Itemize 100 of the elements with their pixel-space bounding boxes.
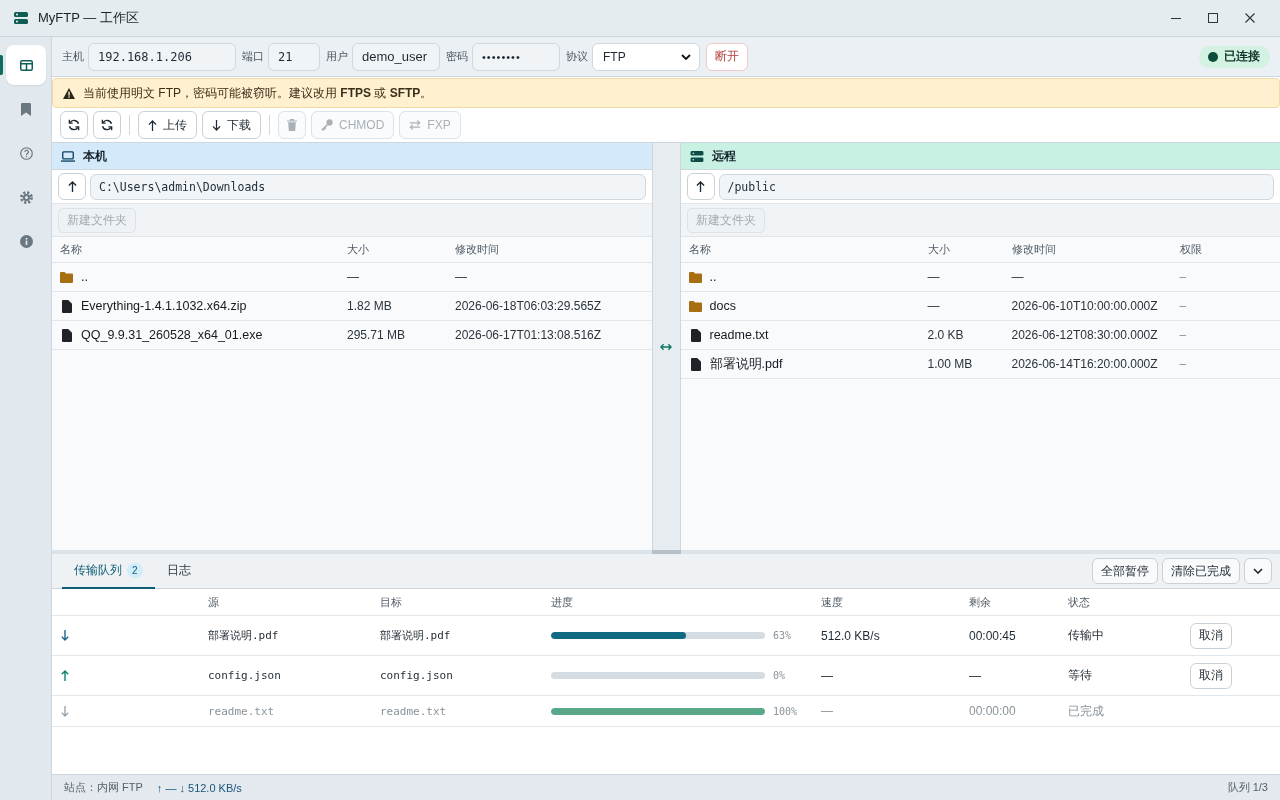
source-path: readme.txt xyxy=(208,704,276,718)
refresh-icon xyxy=(68,119,80,131)
column-header: 进度 xyxy=(551,594,574,610)
minimize-icon xyxy=(1170,17,1181,19)
protocol-select[interactable]: FTP xyxy=(592,42,700,71)
path-field[interactable]: /public xyxy=(718,173,1274,200)
trash-icon xyxy=(287,119,297,131)
column-header[interactable]: 修改时间 xyxy=(455,242,652,257)
resize-handle[interactable] xyxy=(651,550,681,554)
transfer-rates: ↑ — ↓ 512.0 KB/s xyxy=(156,781,242,794)
warning-text: 当前使用明文 FTP，密码可能被窃听。建议改用 FTPS 或 SFTP。 xyxy=(83,84,433,102)
warning-icon xyxy=(63,87,75,99)
cancel-button[interactable]: 取消 xyxy=(1190,622,1232,649)
parent-folder-button[interactable] xyxy=(686,173,715,200)
bookmark-icon xyxy=(21,102,31,116)
site-text: 站点：内网 FTP xyxy=(64,780,143,795)
file-icon xyxy=(690,357,701,371)
column-header[interactable]: 权限 xyxy=(1179,242,1280,257)
speed-text: 512.0 KB/s xyxy=(821,628,881,643)
path-field[interactable]: C:\Users\admin\Downloads xyxy=(90,173,646,200)
queue-action-button[interactable]: 全部暂停 xyxy=(1092,558,1158,584)
download-button[interactable]: 下载 xyxy=(202,111,261,139)
cancel-button[interactable]: 取消 xyxy=(1190,662,1232,689)
parent-folder-button[interactable] xyxy=(58,173,86,200)
file-name[interactable]: docs xyxy=(709,299,736,313)
status-text: 已连接 xyxy=(1224,48,1260,65)
arrow-up-icon xyxy=(148,119,157,131)
file-name[interactable]: readme.txt xyxy=(709,328,769,342)
column-header: 剩余 xyxy=(969,594,992,610)
source-path: config.json xyxy=(208,669,282,682)
refresh-button[interactable] xyxy=(93,111,121,139)
file-name[interactable]: .. xyxy=(81,270,88,284)
help-icon xyxy=(19,146,33,160)
server-icon xyxy=(14,12,28,24)
selection-indicator xyxy=(0,55,3,75)
file-name[interactable]: QQ_9.9.31_260528_x64_01.exe xyxy=(81,328,263,342)
column-header: 目标 xyxy=(380,594,403,610)
upload-button[interactable]: 上传 xyxy=(138,111,197,139)
target-path: config.json xyxy=(380,669,454,682)
table-cell-text: – xyxy=(1179,299,1188,313)
table-cell-text: — xyxy=(1011,270,1025,284)
field-label: 用户 xyxy=(326,49,348,64)
host-field[interactable]: 192.168.1.206 xyxy=(88,42,236,71)
remaining-time: 00:00:00 xyxy=(969,704,1017,718)
file-icon xyxy=(690,328,701,342)
table-cell-text: 295.71 MB xyxy=(347,328,407,342)
field-label: 端口 xyxy=(242,49,264,64)
target-path: readme.txt xyxy=(380,704,448,718)
file-name[interactable]: .. xyxy=(709,270,717,284)
layout-icon xyxy=(19,58,33,72)
key-icon xyxy=(321,119,333,131)
collapse-button[interactable] xyxy=(1244,558,1272,584)
pane-title: 本机 xyxy=(83,147,107,165)
tab[interactable]: 传输队列 2 xyxy=(62,554,155,589)
arrow-down-icon xyxy=(212,119,221,131)
maximize-icon xyxy=(1207,13,1218,23)
column-header: 速度 xyxy=(821,594,844,610)
table-cell-text: 2026-06-10T10:00:00.000Z xyxy=(1011,299,1159,313)
column-header: 状态 xyxy=(1068,594,1091,610)
column-header[interactable]: 修改时间 xyxy=(1011,242,1180,257)
table-cell-text: 2.0 KB xyxy=(927,328,965,342)
password-field[interactable]: •••••••• xyxy=(472,42,560,71)
tab[interactable]: 日志 xyxy=(154,554,203,589)
disconnect-button[interactable]: 断开 xyxy=(706,42,748,71)
column-header[interactable]: 大小 xyxy=(927,242,1012,257)
column-header[interactable]: 大小 xyxy=(347,242,455,257)
laptop-icon xyxy=(61,150,75,162)
arrow-up-icon xyxy=(67,181,77,192)
column-header: 源 xyxy=(208,594,220,610)
folder-icon xyxy=(60,271,73,283)
remaining-time: — xyxy=(969,668,982,683)
close-icon xyxy=(1244,13,1255,23)
progress-percent: 63% xyxy=(773,630,792,641)
table-cell-text: 2026-06-12T08:30:00.000Z xyxy=(1011,328,1159,342)
caret-icon xyxy=(681,53,691,60)
table-cell-text: 2026-06-17T01:13:08.516Z xyxy=(455,328,603,342)
file-name[interactable]: 部署说明.pdf xyxy=(709,355,783,373)
info-icon xyxy=(19,234,33,248)
arrow-up-icon xyxy=(696,181,705,192)
table-cell-text: 1.82 MB xyxy=(347,299,393,313)
column-header[interactable]: 名称 xyxy=(60,242,347,257)
table-cell-text: — xyxy=(927,299,941,313)
file-name[interactable]: Everything-1.4.1.1032.x64.zip xyxy=(81,299,247,313)
refresh-button[interactable] xyxy=(60,111,88,139)
file-icon xyxy=(62,299,72,313)
column-header[interactable]: 名称 xyxy=(688,242,928,257)
table-cell-text: 2026-06-18T06:03:29.565Z xyxy=(455,299,603,313)
sidebar-item[interactable] xyxy=(6,45,46,85)
user-field[interactable]: demo_user xyxy=(352,42,440,71)
port-field[interactable]: 21 xyxy=(268,42,320,71)
table-cell-text: 2026-06-14T16:20:00.000Z xyxy=(1011,357,1159,371)
status-text: 传输中 xyxy=(1068,627,1105,644)
table-cell-text: — xyxy=(927,270,941,284)
queue-count: 队列 1/3 xyxy=(1227,780,1268,795)
left-right-arrow-icon xyxy=(660,342,672,351)
status-text: 等待 xyxy=(1068,667,1093,684)
window-title: MyFTP — 工作区 xyxy=(38,9,139,27)
chevron-down-icon xyxy=(1253,568,1263,574)
gear-icon xyxy=(19,190,33,204)
queue-action-button[interactable]: 清除已完成 xyxy=(1162,558,1240,584)
